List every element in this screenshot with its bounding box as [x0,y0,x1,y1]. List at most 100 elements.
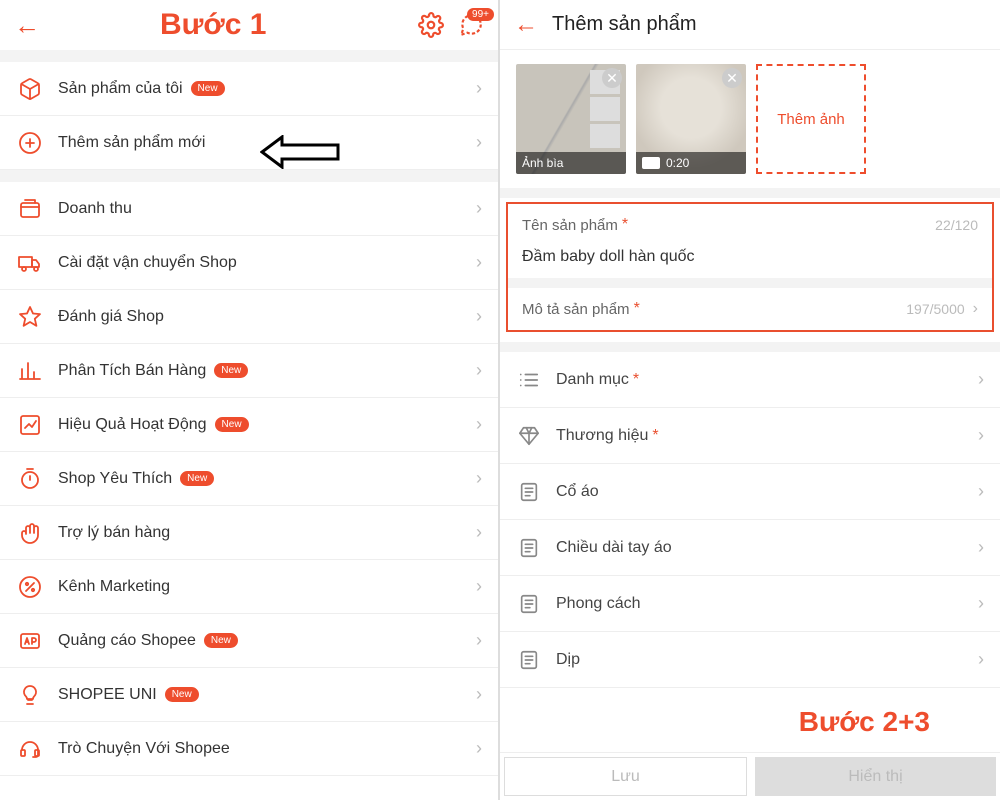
menu-item-shipping[interactable]: Cài đặt vận chuyển Shop › [0,236,498,290]
chevron-right-icon: › [476,576,482,597]
attr-row-sleeve[interactable]: Chiều dài tay áo › [500,520,1000,576]
chat-icon[interactable]: 99+ [458,12,484,38]
attr-label: Phong cách [556,595,641,613]
menu-label: Hiệu Quả Hoạt Động [58,416,207,434]
attr-row-occasion[interactable]: Dịp › [500,632,1000,688]
menu-item-revenue[interactable]: Doanh thu › [0,182,498,236]
remove-image-icon[interactable]: ✕ [602,68,622,88]
cover-label: Ảnh bìa [522,156,563,170]
new-badge: New [191,81,225,96]
new-badge: New [204,633,238,648]
menu-item-chat-shopee[interactable]: Trò Chuyện Với Shopee › [0,722,498,776]
attr-row-brand[interactable]: Thương hiệu * › [500,408,1000,464]
product-name-field[interactable]: Tên sản phẩm* 22/120 Đầm baby doll hàn q… [508,204,992,278]
desc-label: Mô tả sản phẩm [522,301,630,318]
menu-item-uni[interactable]: SHOPEE UNI New › [0,668,498,722]
product-desc-field[interactable]: Mô tả sản phẩm* 197/5000 › [508,288,992,330]
list-icon [516,367,542,393]
menu-item-my-products[interactable]: Sản phẩm của tôi New › [0,62,498,116]
name-label: Tên sản phẩm [522,217,618,234]
image-uploader: ✕ Ảnh bìa ✕ 0:20 Thêm ảnh [500,50,1000,188]
menu-item-assistant[interactable]: Trợ lý bán hàng › [0,506,498,560]
video-icon [642,157,660,169]
new-badge: New [214,363,248,378]
menu-label: Sản phẩm của tôi [58,80,183,98]
menu-label: Phân Tích Bán Hàng [58,362,206,380]
name-value: Đầm baby doll hàn quốc [522,248,978,266]
remove-image-icon[interactable]: ✕ [722,68,742,88]
desc-counter: 197/5000 [906,301,964,317]
menu-label: Cài đặt vận chuyển Shop [58,254,237,272]
add-image-button[interactable]: Thêm ảnh [756,64,866,174]
stopwatch-icon [16,465,44,493]
chevron-right-icon: › [476,132,482,153]
new-badge: New [165,687,199,702]
trend-icon [16,411,44,439]
back-icon[interactable]: ← [14,10,40,41]
chat-badge: 99+ [467,8,494,21]
plus-circle-icon [16,129,44,157]
attr-label: Dịp [556,651,580,669]
required-mark: * [652,427,658,445]
show-button[interactable]: Hiển thị [755,757,996,796]
menu-item-analytics[interactable]: Phân Tích Bán Hàng New › [0,344,498,398]
attr-row-collar[interactable]: Cổ áo › [500,464,1000,520]
menu-label: Trò Chuyện Với Shopee [58,740,230,758]
menu-label: Thêm sản phẩm mới [58,134,205,152]
attr-label: Danh mục [556,371,629,389]
new-badge: New [180,471,214,486]
gear-icon[interactable] [418,12,444,38]
menu-label: Đánh giá Shop [58,308,164,326]
headset-icon [16,735,44,763]
note-icon [516,591,542,617]
wallet-icon [16,195,44,223]
chevron-right-icon: › [476,360,482,381]
menu-item-performance[interactable]: Hiệu Quả Hoạt Động New › [0,398,498,452]
menu-label: Trợ lý bán hàng [58,524,170,542]
step23-annotation: Bước 2+3 [799,706,930,738]
chevron-right-icon: › [978,649,984,670]
back-icon[interactable]: ← [514,11,538,39]
attr-label: Cổ áo [556,483,599,501]
chevron-right-icon: › [476,78,482,99]
cover-image-thumb[interactable]: ✕ Ảnh bìa [516,64,626,174]
menu-item-rating[interactable]: Đánh giá Shop › [0,290,498,344]
note-icon [516,647,542,673]
attr-row-category[interactable]: Danh mục * › [500,352,1000,408]
chevron-right-icon: › [476,684,482,705]
bulb-icon [16,681,44,709]
percent-icon [16,573,44,601]
save-button[interactable]: Lưu [504,757,747,796]
menu-label: Quảng cáo Shopee [58,632,196,650]
new-badge: New [215,417,249,432]
menu-item-marketing[interactable]: Kênh Marketing › [0,560,498,614]
chevron-right-icon: › [476,306,482,327]
chevron-right-icon: › [978,593,984,614]
menu-item-add-product[interactable]: Thêm sản phẩm mới › [0,116,498,170]
diamond-icon [516,423,542,449]
video-thumb[interactable]: ✕ 0:20 [636,64,746,174]
chevron-right-icon: › [476,522,482,543]
chevron-right-icon: › [476,630,482,651]
menu-item-ads[interactable]: Quảng cáo Shopee New › [0,614,498,668]
truck-icon [16,249,44,277]
menu-label: Kênh Marketing [58,578,170,596]
attr-row-style[interactable]: Phong cách › [500,576,1000,632]
menu-item-favorite[interactable]: Shop Yêu Thích New › [0,452,498,506]
name-counter: 22/120 [935,217,978,233]
chevron-right-icon: › [476,468,482,489]
note-icon [516,535,542,561]
bars-icon [16,357,44,385]
video-duration: 0:20 [666,156,689,170]
hand-icon [16,519,44,547]
note-icon [516,479,542,505]
star-icon [16,303,44,331]
chevron-right-icon: › [476,198,482,219]
menu-label: Doanh thu [58,200,132,218]
chevron-right-icon: › [978,425,984,446]
arrow-annotation [260,135,340,169]
chevron-right-icon: › [476,414,482,435]
chevron-right-icon: › [476,738,482,759]
chevron-right-icon: › [978,537,984,558]
chevron-right-icon: › [973,300,978,318]
